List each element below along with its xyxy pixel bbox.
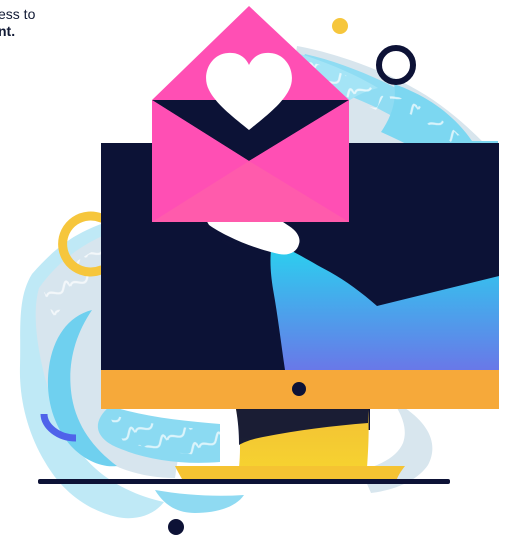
envelope-heart-icon: [152, 6, 349, 222]
navy-dot-icon: [168, 519, 184, 535]
navy-ring-icon: [376, 45, 416, 85]
page: ess to nt.: [0, 0, 515, 537]
monitor-base: [175, 466, 405, 479]
illustration: [19, 6, 499, 535]
desk-line: [38, 479, 450, 484]
monitor-power-dot: [292, 382, 306, 396]
yellow-dot-icon: [332, 18, 348, 34]
